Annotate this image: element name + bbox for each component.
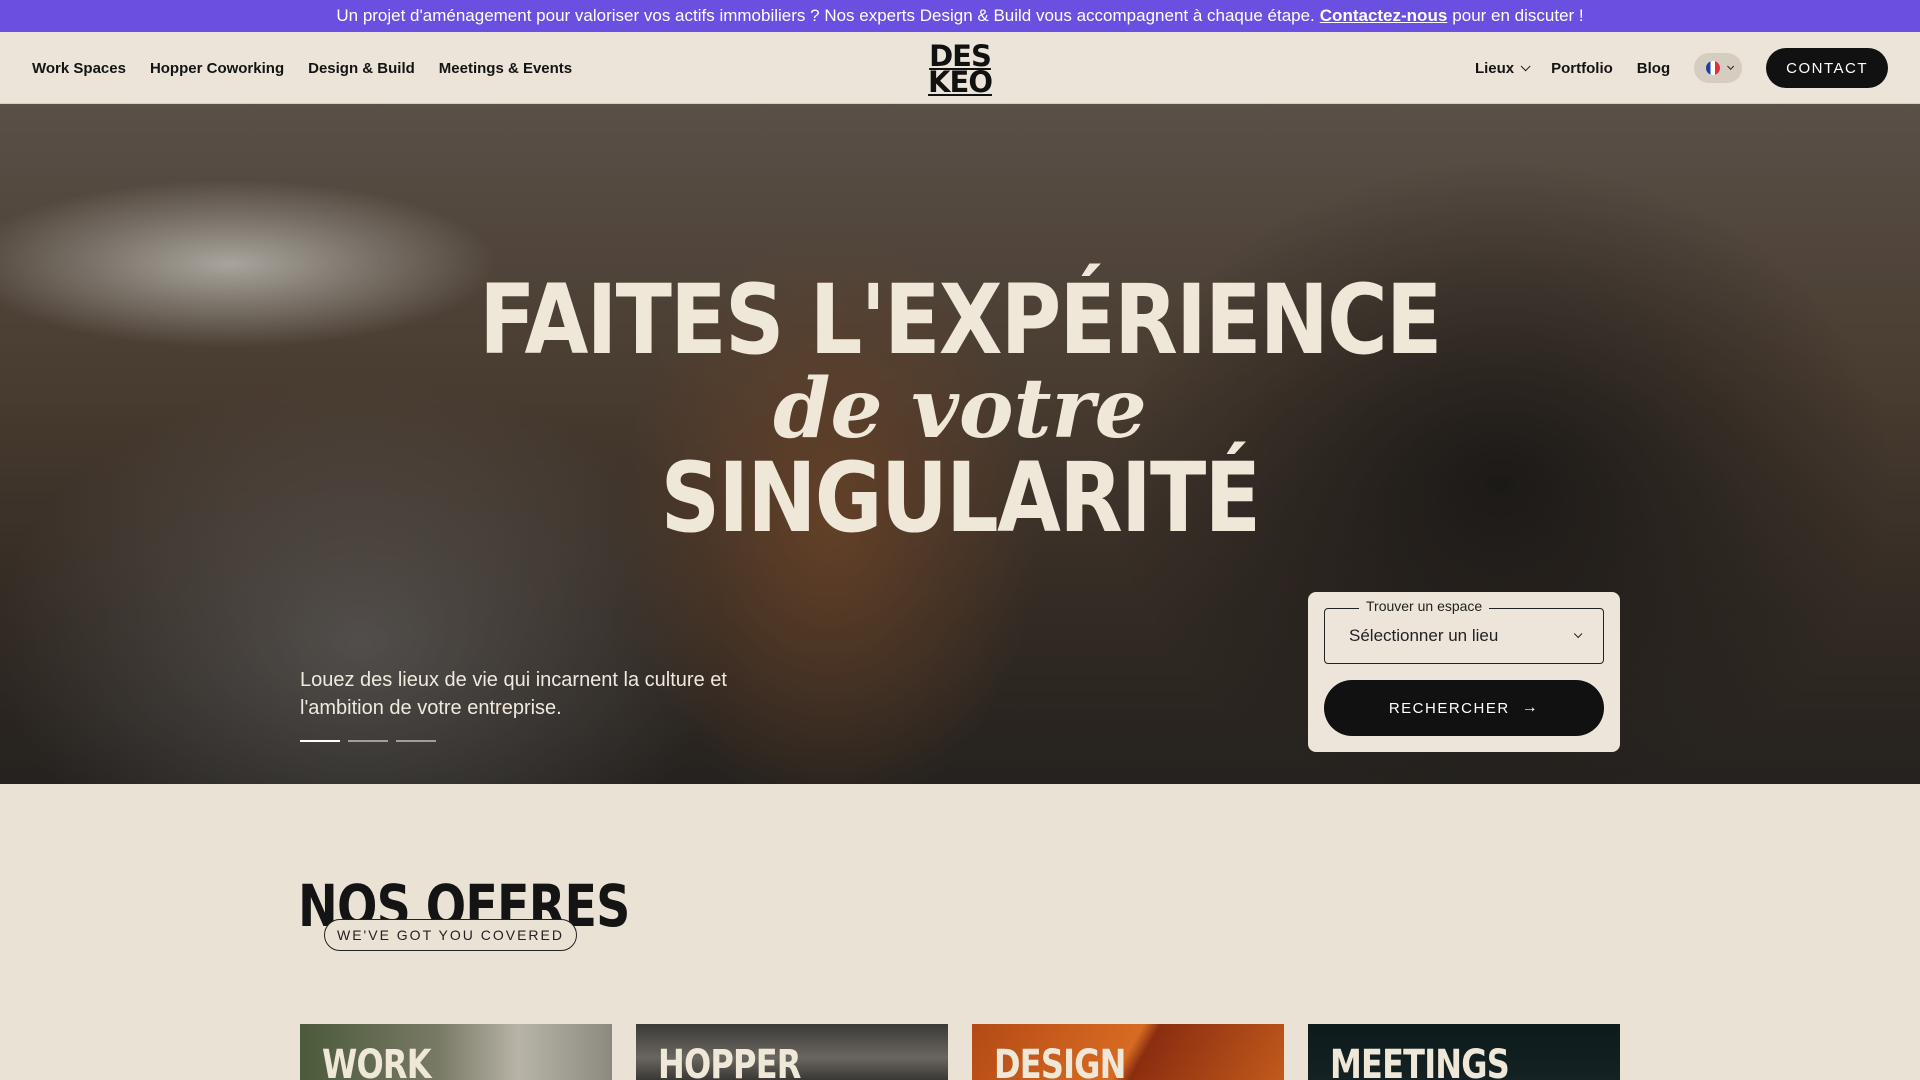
offer-card-label: MEETINGS xyxy=(1330,1042,1510,1080)
slide-indicator-2[interactable] xyxy=(348,740,388,742)
chevron-down-icon xyxy=(1520,60,1531,71)
search-button[interactable]: RECHERCHER → xyxy=(1324,680,1604,736)
secondary-nav: Lieux Portfolio Blog CONTACT xyxy=(1475,32,1888,104)
location-select-label: Trouver un espace xyxy=(1359,598,1490,614)
nav-lieux-label: Lieux xyxy=(1474,59,1515,77)
contact-button[interactable]: CONTACT xyxy=(1766,48,1888,88)
hero-section: FAITES L'EXPÉRIENCE de votre SINGULARITÉ… xyxy=(0,104,1920,784)
nav-design-build[interactable]: Design & Build xyxy=(308,60,415,77)
nav-blog[interactable]: Blog xyxy=(1637,60,1670,77)
language-selector[interactable] xyxy=(1694,53,1743,83)
offer-card-hopper[interactable]: HOPPER xyxy=(636,1024,948,1080)
hero-subtitle: Louez des lieux de vie qui incarnent la … xyxy=(300,669,727,719)
offer-card-label: HOPPER xyxy=(658,1042,801,1080)
offer-card-label: DESIGN xyxy=(994,1042,1126,1080)
slide-indicators xyxy=(300,740,436,742)
chevron-down-icon xyxy=(1726,62,1734,70)
space-search-card: Trouver un espace Sélectionner un lieu R… xyxy=(1308,592,1620,752)
offer-card-meetings[interactable]: MEETINGS xyxy=(1308,1024,1620,1080)
logo-line-2: KEO xyxy=(928,65,993,99)
main-nav: Work Spaces Hopper Coworking Design & Bu… xyxy=(32,32,572,104)
slide-indicator-3[interactable] xyxy=(396,740,436,742)
site-header: Work Spaces Hopper Coworking Design & Bu… xyxy=(0,32,1920,104)
hero-title-line-2: de votre xyxy=(773,361,1147,457)
nav-meetings-events[interactable]: Meetings & Events xyxy=(439,60,572,77)
offer-card-work[interactable]: WORK xyxy=(300,1024,612,1080)
french-flag-icon xyxy=(1705,61,1720,75)
chevron-down-icon xyxy=(1573,629,1583,639)
hero-title-line-1: FAITES L'EXPÉRIENCE xyxy=(479,264,1442,376)
hero-title-line-3: SINGULARITÉ xyxy=(660,442,1261,554)
announcement-bar: Un projet d'aménagement pour valoriser v… xyxy=(0,0,1920,32)
location-select[interactable]: Trouver un espace Sélectionner un lieu xyxy=(1324,598,1604,664)
nav-portfolio[interactable]: Portfolio xyxy=(1551,60,1613,77)
offer-card-label: WORK xyxy=(322,1042,432,1080)
offer-card-design[interactable]: DESIGN xyxy=(972,1024,1284,1080)
arrow-right-icon: → xyxy=(1521,699,1540,716)
nav-work-spaces[interactable]: Work Spaces xyxy=(32,60,126,77)
announcement-text: Un projet d'aménagement pour valoriser v… xyxy=(336,6,1315,25)
nav-lieux-dropdown[interactable]: Lieux xyxy=(1474,59,1531,77)
offers-badge: WE'VE GOT YOU COVERED xyxy=(324,919,577,951)
deskeo-logo[interactable]: DES KEO xyxy=(928,41,993,99)
nav-hopper-coworking[interactable]: Hopper Coworking xyxy=(150,60,284,77)
announcement-contact-link[interactable]: Contactez-nous xyxy=(1320,6,1448,26)
location-select-value: Sélectionner un lieu xyxy=(1349,626,1499,645)
hero-title: FAITES L'EXPÉRIENCE de votre SINGULARITÉ xyxy=(0,264,1920,554)
announcement-suffix: pour en discuter ! xyxy=(1452,6,1584,25)
slide-indicator-1[interactable] xyxy=(300,740,340,742)
search-button-label: RECHERCHER xyxy=(1388,699,1510,717)
offer-cards: WORK HOPPER DESIGN MEETINGS xyxy=(300,1024,1620,1080)
